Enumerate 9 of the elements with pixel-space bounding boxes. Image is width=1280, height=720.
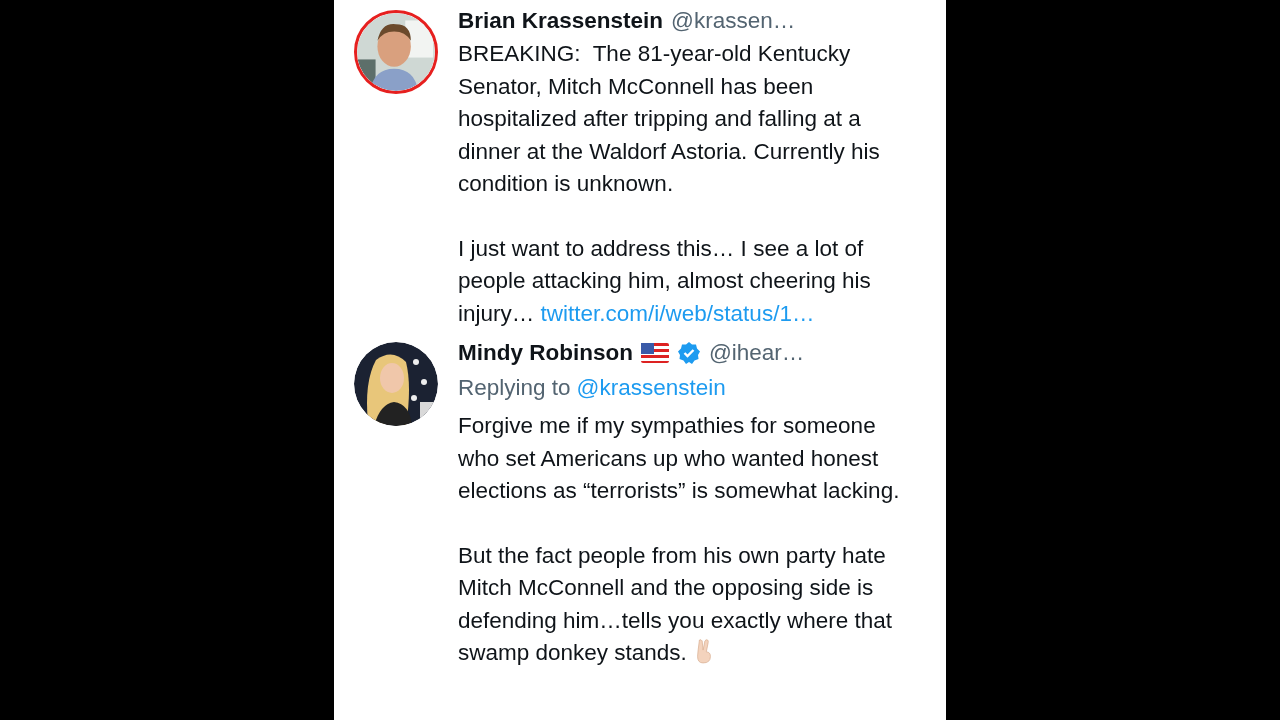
user-handle[interactable]: @ihear… xyxy=(709,340,805,366)
reply-label: Replying to xyxy=(458,374,571,402)
tweet-text: But the fact people from his own party hate Mitch McConnell and the opposing side is defending him…tells you exactly where that swamp donkey stands. xyxy=(458,541,893,667)
tweet-text: Forgive me if my sympathies for someone who set Americans up who wanted honest elections as “terrorists” is somewhat lacking. xyxy=(458,412,901,505)
user-handle[interactable]: @krassen… xyxy=(671,8,796,34)
author-name[interactable]: Brian Krassenstein xyxy=(458,8,664,34)
tweet-text: I just want to address this… I see a lot of people attacking him, almost cheering his injury… twitter.com/i/web/status/1… xyxy=(458,234,872,328)
author-name[interactable]: Mindy Robinson xyxy=(458,340,633,366)
tweet-text: BREAKING: The 81-year-old Kentucky Senator, Mitch McConnell has been hospitalized after tripping and falling at a dinner at the Waldorf Astoria. Currently his condition is unknown. xyxy=(458,40,881,198)
